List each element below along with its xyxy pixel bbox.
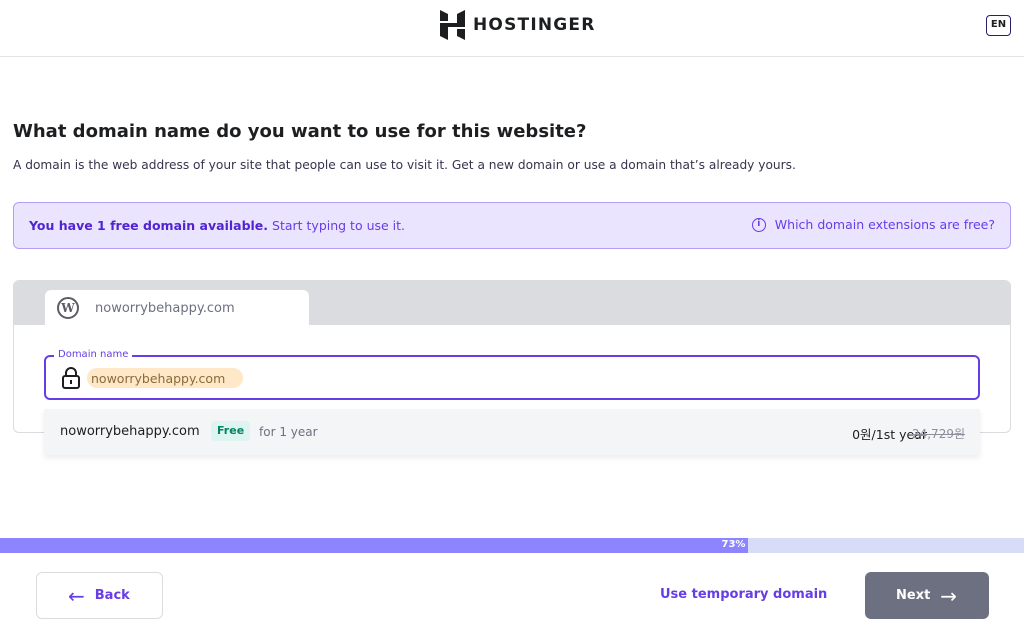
- banner-message: You have 1 free domain available. Start …: [29, 218, 405, 233]
- free-extensions-link[interactable]: i Which domain extensions are free?: [751, 217, 995, 232]
- site-tab-name: noworrybehappy.com: [95, 300, 235, 316]
- back-button[interactable]: ← Back: [36, 572, 163, 619]
- free-domain-banner: You have 1 free domain available. Start …: [13, 202, 1011, 249]
- top-bar: HOSTINGER EN: [0, 0, 1024, 57]
- domain-name-label: Domain name: [54, 349, 133, 361]
- lock-icon: [62, 367, 80, 389]
- free-badge: Free: [211, 421, 251, 441]
- arrow-right-icon: →: [940, 583, 958, 608]
- next-button-label: Next: [896, 588, 931, 603]
- hostinger-logo-icon: [440, 10, 465, 40]
- info-icon: i: [751, 217, 766, 232]
- brand-name: HOSTINGER: [473, 15, 596, 35]
- domain-suggestion-row[interactable]: noworrybehappy.com Free for 1 year 0원/1s…: [44, 409, 980, 455]
- back-button-label: Back: [94, 588, 130, 603]
- page-title: What domain name do you want to use for …: [13, 121, 587, 142]
- use-temporary-domain-link[interactable]: Use temporary domain: [660, 587, 827, 602]
- suggestion-domain: noworrybehappy.com: [60, 424, 200, 439]
- banner-text: Start typing to use it.: [272, 218, 406, 233]
- hostinger-logo[interactable]: HOSTINGER: [440, 10, 596, 40]
- free-extensions-link-label: Which domain extensions are free?: [774, 217, 995, 232]
- language-selector[interactable]: EN: [986, 15, 1011, 36]
- suggestion-old-price: 24,729원: [911, 427, 965, 441]
- card-header: W noworrybehappy.com: [14, 281, 1010, 326]
- next-button[interactable]: Next →: [865, 572, 989, 619]
- wordpress-icon: W: [57, 297, 79, 319]
- progress-bar: 73%: [0, 538, 1024, 553]
- suggestion-term: for 1 year: [259, 425, 318, 439]
- banner-bold-text: You have 1 free domain available.: [29, 218, 269, 233]
- page-subtitle: A domain is the web address of your site…: [13, 158, 796, 172]
- arrow-left-icon: ←: [68, 583, 85, 608]
- progress-fill: [0, 538, 748, 553]
- domain-name-field[interactable]: Domain name: [44, 349, 980, 400]
- site-tab[interactable]: W noworrybehappy.com: [45, 290, 309, 326]
- domain-name-input[interactable]: [87, 368, 243, 388]
- progress-label: 73%: [721, 539, 746, 550]
